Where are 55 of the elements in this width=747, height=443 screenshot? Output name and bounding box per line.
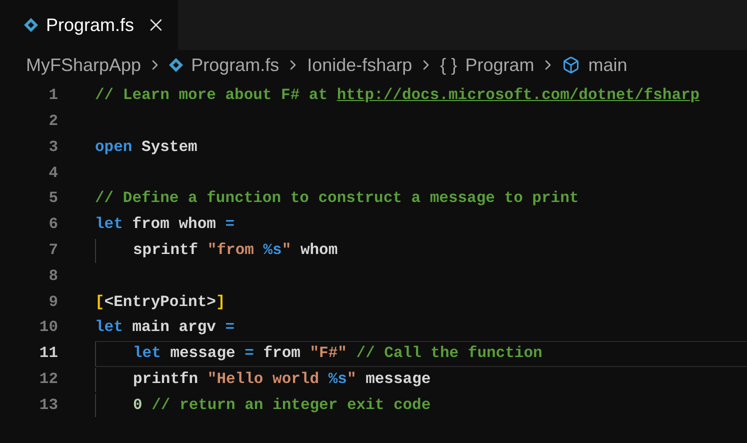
code-text: <EntryPoint> [104, 292, 216, 313]
number-literal: 0 [133, 394, 142, 416]
string-literal: "Hello world [207, 369, 320, 390]
line-number: 4 [48, 162, 58, 184]
breadcrumb-item[interactable]: Program.fs [169, 52, 280, 78]
string-literal: "F#" [310, 343, 347, 364]
line-number: 8 [48, 266, 58, 287]
format-specifier: %s [328, 369, 347, 390]
line-number: 5 [48, 188, 58, 210]
comment: // Learn more about F# at [95, 85, 329, 106]
line-number: 7 [48, 240, 58, 262]
breadcrumb-item[interactable]: MyFSharpApp [26, 52, 142, 78]
fsharp-file-icon [24, 18, 38, 32]
line-number: 3 [48, 136, 58, 158]
editor-tab[interactable]: Program.fs [0, 0, 178, 50]
keyword: let [133, 343, 161, 364]
format-specifier: %s [263, 240, 282, 262]
operator: = [225, 317, 235, 338]
breadcrumb-item[interactable]: main [562, 52, 628, 78]
string-literal: "from [207, 240, 255, 262]
line-number: 13 [38, 394, 58, 416]
code-text: message [169, 343, 236, 364]
string-literal: " [282, 240, 292, 262]
line-number: 6 [48, 214, 58, 236]
attribute-bracket: ] [216, 292, 226, 313]
line-number: 11 [38, 343, 58, 364]
operator: = [244, 343, 254, 364]
line-number: 2 [48, 111, 58, 132]
comment-link[interactable]: http://docs.microsoft.com/dotnet/fsharp [336, 84, 700, 108]
line-number: 9 [48, 292, 58, 313]
code-text: message [364, 369, 431, 390]
fsharp-file-icon [169, 58, 184, 72]
keyword: let [95, 317, 123, 338]
braces-glyph: { } [440, 54, 458, 77]
code-text: System [140, 136, 198, 158]
code-text: printfn [133, 369, 200, 390]
operator: = [225, 214, 235, 236]
comment: // return an integer exit code [150, 394, 431, 416]
string-literal: " [346, 369, 356, 390]
breadcrumb-item[interactable]: { } Program [440, 52, 534, 78]
line-number: 1 [48, 85, 58, 106]
code-text: sprintf [133, 240, 200, 262]
keyword: let [95, 214, 123, 236]
keyword: open [95, 136, 132, 158]
comment: // Call the function [355, 343, 542, 364]
comment: // Define a function to construct a message to print [95, 188, 579, 210]
attribute-bracket: [ [95, 292, 104, 313]
breadcrumb-item[interactable]: Ionide-fsharp [307, 52, 412, 78]
code-text: main argv [131, 317, 217, 338]
code-text: from whom [131, 214, 217, 236]
cube-icon [562, 56, 580, 74]
code-text: whom [299, 240, 338, 262]
line-number: 12 [38, 369, 58, 390]
line-number: 10 [38, 317, 58, 338]
code-text: from [262, 343, 302, 364]
